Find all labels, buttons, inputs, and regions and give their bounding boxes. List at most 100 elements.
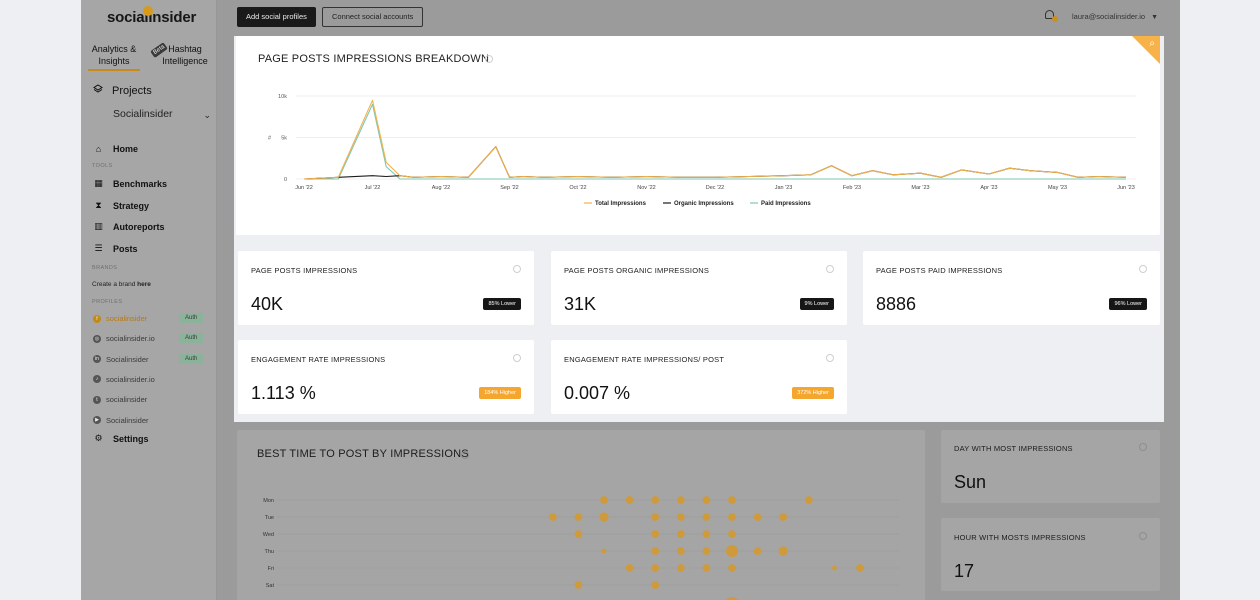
time-bubble: [625, 564, 634, 572]
time-bubble: [676, 496, 685, 504]
day-most-title: DAY WITH MOST IMPRESSIONS: [954, 444, 1073, 453]
top-bar: Add social profiles Connect social accou…: [217, 0, 1180, 36]
day-label: Wed: [263, 532, 274, 538]
time-bubble: [702, 496, 711, 504]
tab-analytics-insights[interactable]: Analytics & Insights: [88, 43, 140, 71]
sidebar-item-label: Posts: [113, 243, 138, 254]
profile-item[interactable]: ▶ Socialinsider: [93, 416, 203, 425]
connect-social-accounts-button[interactable]: Connect social accounts: [322, 7, 424, 27]
y-axis-label: #: [268, 136, 272, 142]
time-bubble: [726, 545, 738, 557]
hourglass-icon: ⧗: [95, 200, 102, 210]
time-bubble: [753, 513, 762, 521]
day-label: Thu: [265, 549, 274, 555]
day-label: Mon: [263, 498, 274, 504]
profile-name: Socialinsider: [106, 354, 149, 364]
comparison-badge: 85% Lower: [483, 298, 521, 310]
logo[interactable]: socialinsider: [107, 6, 196, 26]
x-tick-label: Apr '23: [980, 185, 997, 191]
profile-item[interactable]: in Socialinsider Auth: [93, 353, 204, 364]
sidebar-item-posts[interactable]: ☰ Posts: [93, 243, 138, 254]
gear-icon: ⚙: [94, 433, 103, 443]
profile-name: socialinsider: [106, 314, 148, 323]
projects-header: Projects: [93, 84, 152, 97]
sidebar-item-autoreports[interactable]: ▥ Autoreports: [93, 221, 164, 232]
sidebar-item-home[interactable]: ⌂ Home: [93, 144, 138, 154]
hour-most-value: 17: [954, 561, 975, 581]
series-line: [303, 99, 1127, 180]
instagram-icon: ◎: [93, 334, 101, 343]
stat-value: 31K: [564, 294, 597, 314]
x-tick-label: Mar '23: [911, 185, 929, 191]
time-bubble: [548, 513, 557, 521]
time-bubble: [702, 547, 711, 555]
info-icon[interactable]: [1139, 443, 1147, 451]
notification-badge: [1052, 16, 1058, 22]
time-bubble: [651, 496, 660, 504]
info-icon[interactable]: [1139, 532, 1147, 540]
day-most-card: DAY WITH MOST IMPRESSIONS Sun: [941, 430, 1160, 503]
stat-title: PAGE POSTS IMPRESSIONS: [251, 266, 358, 275]
info-icon[interactable]: [826, 354, 834, 362]
best-time-card: BEST TIME TO POST BY IMPRESSIONS Mon Tue W…: [237, 430, 925, 600]
sidebar-item-label: Strategy: [113, 200, 150, 211]
bell-icon[interactable]: [1045, 10, 1058, 22]
y-tick-label: 10k: [278, 94, 287, 100]
logo-dot-icon: [143, 6, 153, 16]
x-tick-label: Jan '23: [775, 185, 793, 191]
legend-label: Total Impressions: [595, 201, 647, 207]
user-menu[interactable]: laura@socialinsider.io ▼: [1072, 12, 1158, 21]
auth-badge[interactable]: Auth: [179, 333, 204, 344]
time-bubble: [728, 564, 736, 572]
time-bubble: [728, 513, 736, 521]
best-time-bubble-chart: Mon Tue Wed Thu Fri Sat: [263, 496, 899, 600]
comparison-badge: 372% Higher: [792, 387, 834, 399]
user-email: laura@socialinsider.io: [1072, 12, 1146, 21]
profile-name: Socialinsider: [106, 415, 149, 425]
auth-badge[interactable]: Auth: [179, 353, 204, 364]
time-bubble: [600, 496, 608, 504]
section-brands: BRANDS: [92, 265, 118, 271]
sidebar-item-benchmarks[interactable]: ▦ Benchmarks: [93, 178, 167, 189]
info-icon[interactable]: [513, 265, 521, 273]
time-bubble: [676, 530, 685, 538]
profile-item[interactable]: f socialinsider Auth: [93, 313, 204, 323]
stat-title: PAGE POSTS PAID IMPRESSIONS: [876, 266, 1003, 275]
x-tick-label: Oct '22: [569, 185, 586, 191]
youtube-icon: ▶: [93, 416, 101, 424]
stat-value: 40K: [251, 294, 284, 314]
project-select-value: Socialinsider: [113, 108, 173, 120]
create-brand-link[interactable]: here: [137, 281, 151, 288]
time-bubble: [599, 512, 609, 522]
profile-item[interactable]: t socialinsider: [93, 395, 203, 404]
time-bubble: [574, 530, 583, 538]
time-bubble: [574, 581, 583, 589]
stat-card: PAGE POSTS IMPRESSIONS 40K 85% Lower: [238, 251, 534, 325]
comparison-badge: 184% Higher: [479, 387, 521, 399]
time-bubble: [728, 530, 736, 538]
info-icon[interactable]: [826, 265, 834, 273]
sidebar-item-label: Benchmarks: [113, 178, 168, 189]
stat-title: ENGAGEMENT RATE IMPRESSIONS: [251, 355, 386, 364]
sidebar-item-settings[interactable]: ⚙ Settings: [93, 433, 148, 444]
impressions-line-chart: 10k 5k 0 # Jun '22 Jul '22 Aug '22 Sep '22 Oct '…: [268, 94, 1136, 207]
add-social-profiles-button[interactable]: Add social profiles: [237, 7, 316, 27]
info-icon[interactable]: [513, 354, 521, 362]
profile-item[interactable]: ♪ socialinsider.io: [93, 375, 203, 384]
time-bubble: [804, 496, 813, 504]
profile-item[interactable]: ◎ socialinsider.io Auth: [93, 333, 204, 344]
time-bubble: [778, 546, 788, 556]
time-bubble: [728, 496, 736, 504]
list-icon: ☰: [94, 243, 103, 253]
chevron-down-icon: ⌄: [203, 110, 211, 120]
project-select[interactable]: Socialinsider ⌄: [113, 108, 211, 120]
x-tick-label: Aug '22: [432, 185, 450, 191]
time-bubble: [651, 513, 660, 521]
time-bubble: [574, 513, 583, 521]
sidebar-item-strategy[interactable]: ⧗ Strategy: [93, 200, 149, 211]
caret-down-icon: ▼: [1151, 14, 1159, 21]
info-icon[interactable]: [1139, 265, 1147, 273]
x-tick-label: Jun '23: [1117, 185, 1135, 191]
auth-badge[interactable]: Auth: [179, 313, 204, 323]
grid-icon: ▦: [94, 178, 103, 188]
